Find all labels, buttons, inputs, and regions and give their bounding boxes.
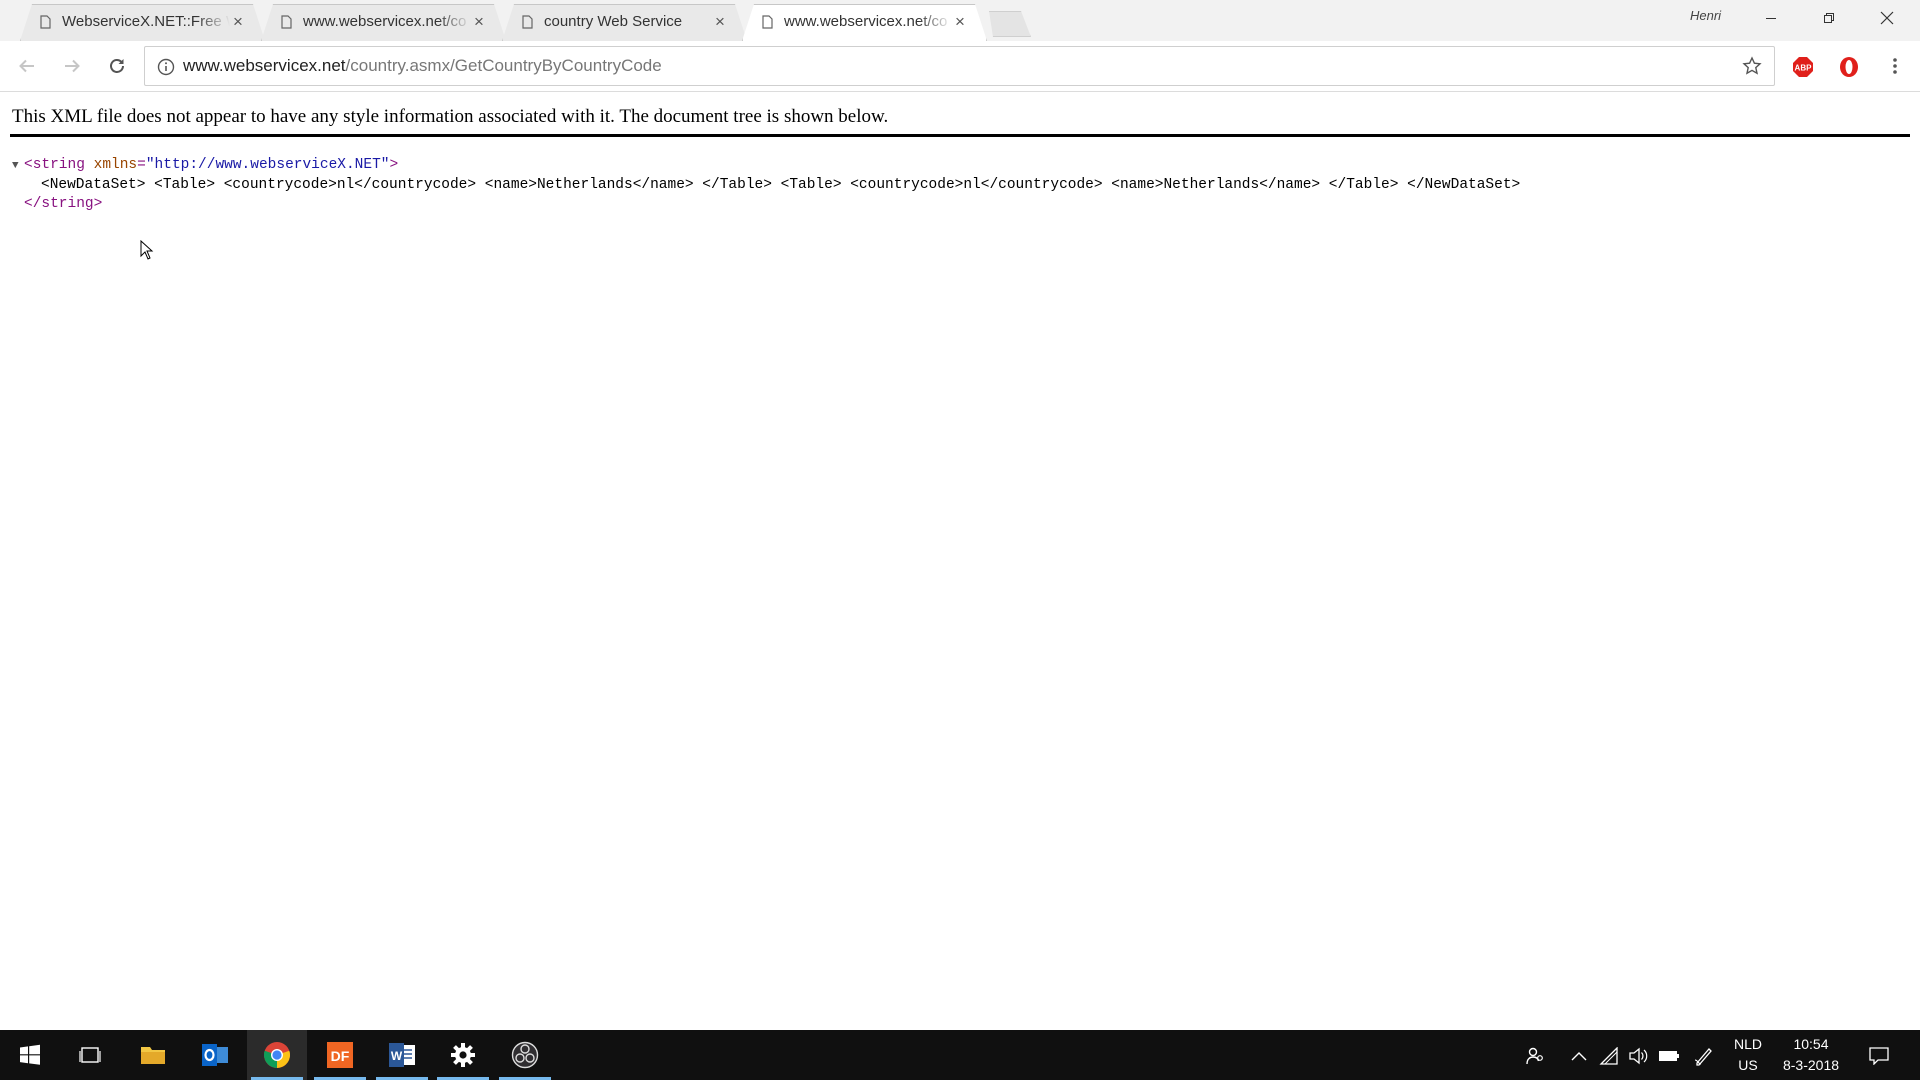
close-window-icon <box>1880 11 1894 25</box>
forward-button[interactable] <box>55 49 89 83</box>
outlook-icon <box>202 1044 228 1066</box>
close-icon[interactable]: × <box>711 13 729 31</box>
page-icon <box>281 15 292 29</box>
profile-name[interactable]: Henri <box>1690 8 1721 23</box>
xml-tree: ▼ <string xmlns="http://www.webserviceX.N… <box>12 156 1520 214</box>
url-path: /country.asmx/GetCountryByCountryCode <box>345 56 662 75</box>
taskbar-file-explorer[interactable] <box>123 1030 183 1080</box>
page-icon <box>762 15 773 29</box>
arrow-left-icon <box>19 59 34 73</box>
adblock-plus-icon[interactable]: ABP <box>1792 56 1814 78</box>
start-button[interactable] <box>0 1030 60 1080</box>
chrome-menu-button[interactable] <box>1878 49 1912 83</box>
xml-root-open-line: ▼ <string xmlns="http://www.webserviceX.N… <box>12 156 1520 176</box>
task-view-button[interactable] <box>60 1030 120 1080</box>
clock-time: 10:54 <box>1793 1036 1829 1052</box>
restore-icon <box>1824 13 1834 23</box>
show-hidden-icons-chevron-icon[interactable] <box>1568 1045 1590 1067</box>
tab-title: www.webservicex.net/co <box>784 13 948 30</box>
xml-tag-end: > <box>389 157 399 173</box>
settings-icon <box>451 1043 475 1067</box>
input-language[interactable]: NLD US <box>1728 1034 1768 1076</box>
tab-title: www.webservicex.net/co <box>303 13 467 30</box>
taskbar-settings[interactable] <box>433 1030 493 1080</box>
xml-style-notice: This XML file does not appear to have an… <box>12 106 889 127</box>
xml-content-line: <NewDataSet> <Table> <countrycode>nl</co… <box>12 176 1520 195</box>
xml-attr-equals: = <box>137 157 146 173</box>
language-code: NLD <box>1733 1036 1762 1052</box>
close-window-button[interactable] <box>1858 0 1916 36</box>
wifi-icon[interactable] <box>1598 1045 1620 1067</box>
tab-country-web-service[interactable]: country Web Service × <box>502 4 747 41</box>
bookmark-star-icon[interactable] <box>1742 56 1762 76</box>
mouse-cursor-icon <box>140 240 154 260</box>
kebab-menu-icon <box>1893 58 1897 74</box>
info-icon[interactable] <box>157 58 175 76</box>
address-url[interactable]: www.webservicex.net/country.asmx/GetCoun… <box>183 56 662 76</box>
word-icon: W <box>389 1043 415 1067</box>
close-icon[interactable]: × <box>951 13 969 31</box>
xml-attr-value: "http://www.webserviceX.NET" <box>145 157 390 173</box>
windows-taskbar: DF W NLD US 10:54 8-3-2018 <box>0 1030 1920 1080</box>
taskbar-word[interactable]: W <box>372 1030 432 1080</box>
tab-webservicex-home[interactable]: WebserviceX.NET::Free W × <box>20 4 265 41</box>
taskbar-obs[interactable] <box>495 1030 555 1080</box>
xml-close-tag: </string> <box>24 196 103 212</box>
page-icon <box>522 15 533 29</box>
svg-text:W: W <box>391 1049 403 1063</box>
arrow-right-icon <box>65 59 80 73</box>
close-icon[interactable]: × <box>229 13 247 31</box>
browser-toolbar: www.webservicex.net/country.asmx/GetCoun… <box>0 41 1920 92</box>
xml-attr-name: xmlns <box>93 157 138 173</box>
address-bar[interactable]: www.webservicex.net/country.asmx/GetCoun… <box>144 46 1775 86</box>
opera-icon[interactable] <box>1838 56 1860 78</box>
reload-icon <box>110 59 124 73</box>
task-view-icon <box>79 1047 101 1063</box>
svg-text:DF: DF <box>331 1048 350 1064</box>
collapse-triangle-icon[interactable]: ▼ <box>12 157 24 176</box>
page-content: This XML file does not appear to have an… <box>0 92 1920 1030</box>
dreamfactory-icon: DF <box>327 1042 353 1068</box>
close-icon[interactable]: × <box>470 13 488 31</box>
action-center-icon[interactable] <box>1868 1045 1890 1067</box>
tab-webservicex-country-1[interactable]: www.webservicex.net/co × <box>261 4 506 41</box>
clock-date: 8-3-2018 <box>1782 1057 1840 1073</box>
page-icon <box>40 15 51 29</box>
xml-text-content: <NewDataSet> <Table> <countrycode>nl</co… <box>41 177 1521 193</box>
chrome-icon <box>264 1042 290 1068</box>
xml-root-close-line: </string> <box>12 195 1520 214</box>
taskbar-chrome[interactable] <box>247 1030 307 1080</box>
url-host: www.webservicex.net <box>183 56 346 75</box>
minimize-icon <box>1766 18 1776 19</box>
battery-icon[interactable] <box>1658 1045 1680 1067</box>
restore-button[interactable] <box>1800 0 1858 36</box>
file-explorer-icon <box>141 1047 165 1064</box>
reload-button[interactable] <box>100 49 134 83</box>
people-icon[interactable] <box>1524 1045 1546 1067</box>
taskbar-outlook[interactable] <box>185 1030 245 1080</box>
keyboard-layout: US <box>1738 1057 1758 1073</box>
tab-webservicex-country-active[interactable]: www.webservicex.net/co × <box>742 4 987 41</box>
pen-workspace-icon[interactable] <box>1693 1045 1715 1067</box>
tab-title: country Web Service <box>544 13 683 30</box>
volume-icon[interactable] <box>1627 1045 1649 1067</box>
taskbar-dreamfactory[interactable]: DF <box>310 1030 370 1080</box>
windows-start-icon <box>20 1044 40 1065</box>
obs-icon <box>511 1041 539 1069</box>
minimize-button[interactable] <box>1742 0 1800 36</box>
tab-strip: WebserviceX.NET::Free W × www.webservice… <box>0 0 1920 41</box>
system-clock[interactable]: 10:54 8-3-2018 <box>1775 1034 1847 1076</box>
divider <box>10 134 1910 137</box>
back-button[interactable] <box>10 49 44 83</box>
svg-text:ABP: ABP <box>1795 64 1813 73</box>
xml-tag: <string <box>24 157 85 173</box>
new-tab-button[interactable] <box>983 11 1031 37</box>
tab-title: WebserviceX.NET::Free W <box>62 13 230 30</box>
